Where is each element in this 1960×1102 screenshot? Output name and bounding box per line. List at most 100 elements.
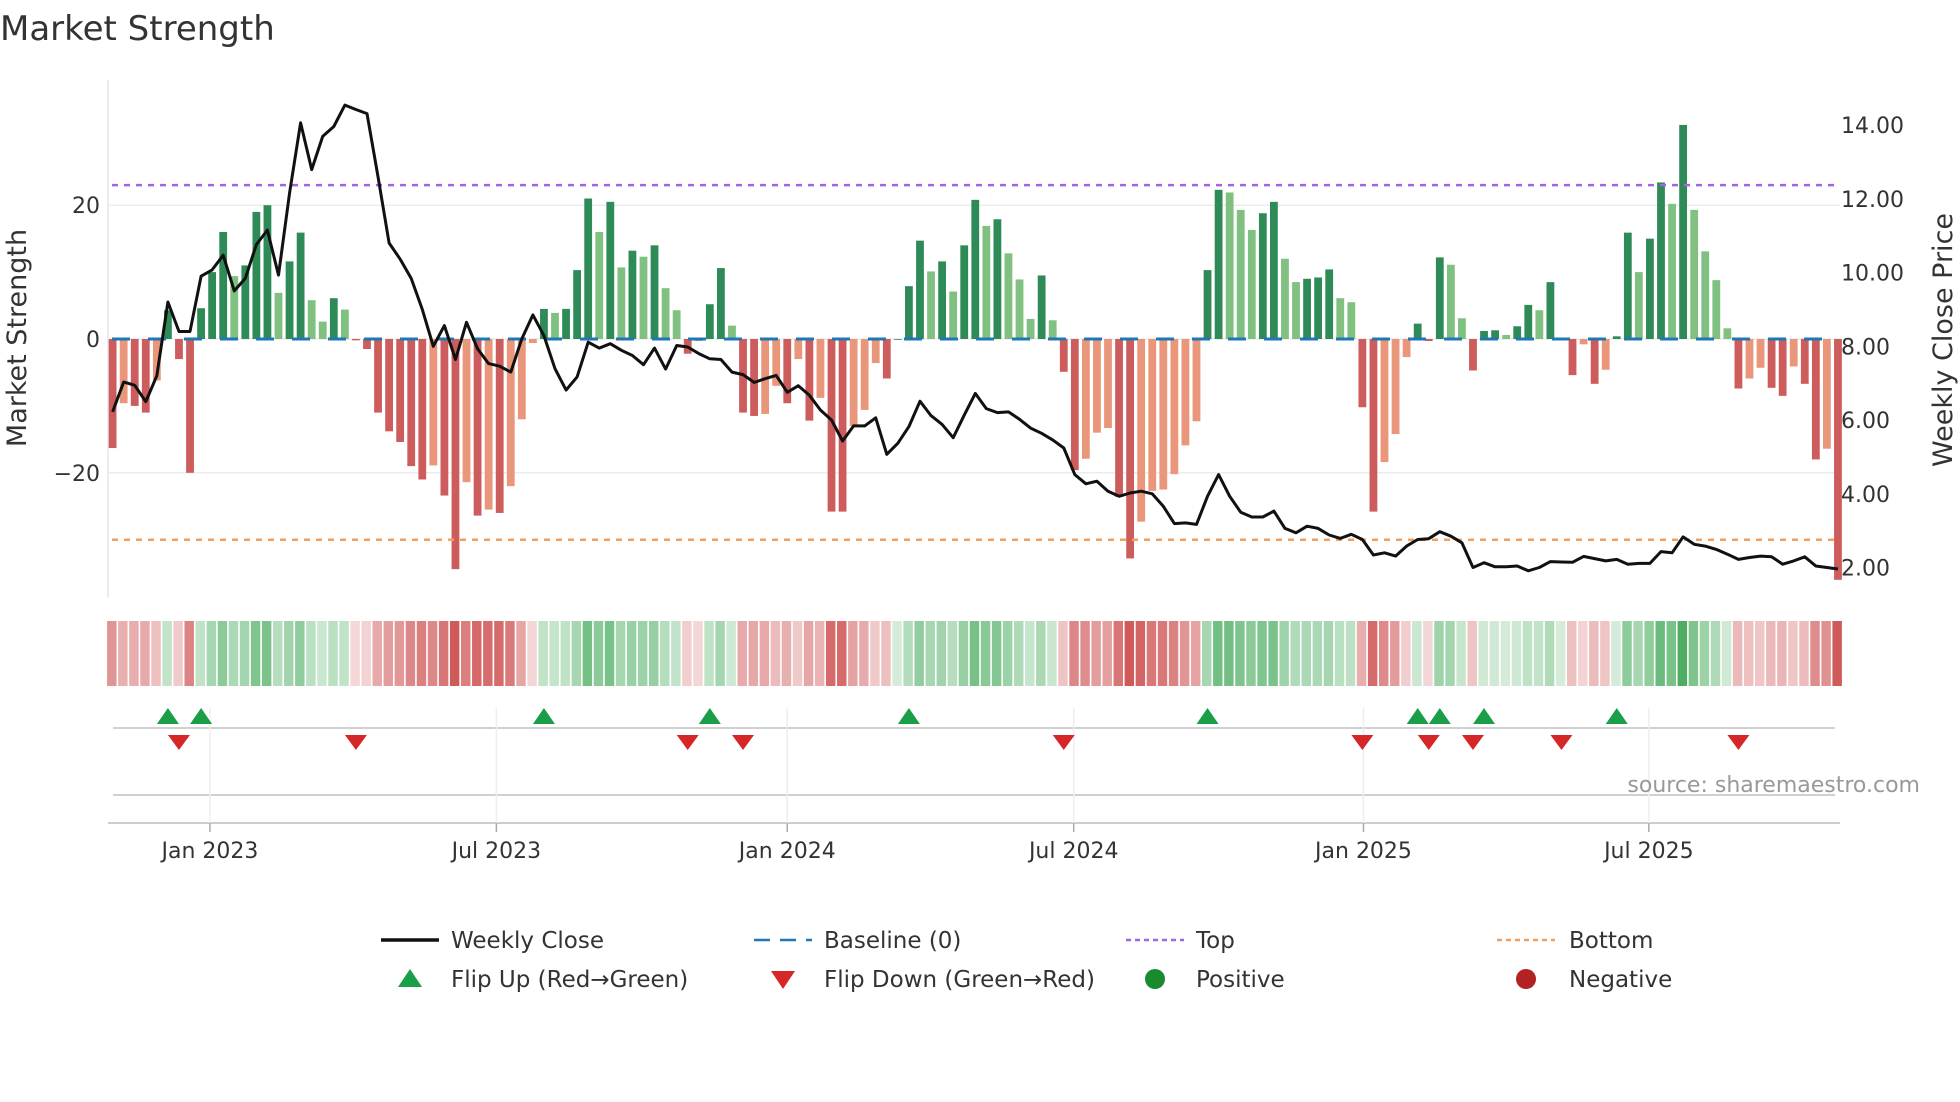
strip-cell [1401,621,1411,686]
legend: Weekly Close Baseline (0) Top Bottom Flip Up… [381,928,1672,993]
strength-bar [1225,192,1234,339]
strip-cell [1578,621,1588,686]
y2-tick-label: 6.00 [1841,409,1890,434]
strip-cell [1755,621,1765,686]
strip-cell [1323,621,1334,686]
strength-bar [285,261,294,339]
strip-cell [1478,621,1488,686]
strength-bar [1115,339,1123,497]
strip-cell [1235,621,1245,686]
strength-bar [1657,182,1665,339]
strip-cell [1456,621,1466,686]
strength-bar [385,339,393,432]
strip-cell [250,621,261,686]
strip-cell [892,621,902,686]
strip-cell [228,621,239,686]
flip-down-marker [676,735,699,750]
strip-cell [1069,621,1079,686]
strength-bar [993,219,1002,339]
strip-cell [814,621,825,686]
strip-cell [1290,621,1300,686]
x-tick-label: Jan 2023 [159,839,258,864]
strength-bar [1369,339,1378,512]
strip-cell [1301,621,1312,686]
legend-label: Bottom [1569,928,1653,954]
strip-cell [881,621,891,686]
strip-cell [1699,621,1710,686]
market-strength-chart: Market Strength 20 0 −20 2.00 4.00 6.00 8.00 10… [0,9,1959,993]
strip-cell [582,621,593,686]
strength-bar [1734,339,1743,389]
strength-bar [705,304,714,339]
strip-cell [317,621,327,686]
strength-bar [573,270,582,339]
flip-up-marker [190,708,213,724]
strip-cell [1345,621,1356,686]
y-axis-label: Market Strength [2,229,33,447]
strength-bar [1137,339,1146,522]
strip-cell [1190,621,1201,686]
flip-up-marker [1473,708,1496,724]
strip-cell [759,621,770,686]
strip-cell [1743,621,1754,686]
strip-cell [427,621,438,686]
strip-cell [1179,621,1190,686]
strip-cell [1356,621,1367,686]
strip-cell [1423,621,1433,686]
strength-bar [1258,213,1267,339]
strength-bar [1789,339,1798,367]
strength-bars [108,124,1842,580]
strip-cell [1047,621,1057,686]
strip-cell [527,621,537,686]
flip-down-marker [732,735,755,750]
strip-cell [151,621,161,686]
y2-tick-label: 12.00 [1841,188,1904,213]
flip-up-marker [156,708,179,724]
strip-cell [1766,621,1776,686]
strip-cell [604,621,615,686]
strength-heat-strip [107,621,1842,686]
strength-bar [639,256,648,339]
strength-bar [816,339,825,398]
y2-axis-label: Weekly Close Price [1928,213,1959,467]
strength-bar [175,339,183,360]
strip-cell [704,621,714,686]
strength-bar [949,291,958,339]
strip-cell [1268,621,1278,686]
strip-cell [737,621,747,686]
x-tick-label: Jul 2023 [450,839,542,864]
strip-cell [118,621,128,686]
strip-cell [781,621,792,686]
strip-cell [925,621,935,686]
strip-cell [1334,621,1345,686]
strength-bar [1104,339,1112,428]
strength-bar [838,339,847,512]
strength-bar [1579,339,1588,345]
strip-cell [438,621,449,686]
strength-bar [1723,328,1732,339]
strip-cell [361,621,371,686]
strength-bar [1546,282,1555,339]
y2-tick-label: 4.00 [1841,483,1890,508]
legend-label: Positive [1196,967,1285,993]
strip-cell [991,621,1002,686]
strength-bar [794,339,803,360]
strength-bar [462,339,471,483]
flip-up-marker [532,708,555,724]
strength-bar [1823,339,1831,449]
strength-bar [1303,278,1311,339]
strength-bar [672,310,681,339]
strength-bar [219,231,228,339]
strength-bar [871,339,880,364]
strength-bar [1336,298,1345,339]
strip-cell [660,621,670,686]
strip-cell [1378,621,1389,686]
strength-bar [451,339,460,570]
strength-bar [1568,339,1577,376]
strip-cell [1124,621,1135,686]
strip-cell [1644,621,1654,686]
strip-cell [1102,621,1112,686]
source-credit: source: sharemaestro.com [1627,773,1920,798]
strip-cell [460,621,471,686]
flip-down-marker [1052,735,1075,750]
